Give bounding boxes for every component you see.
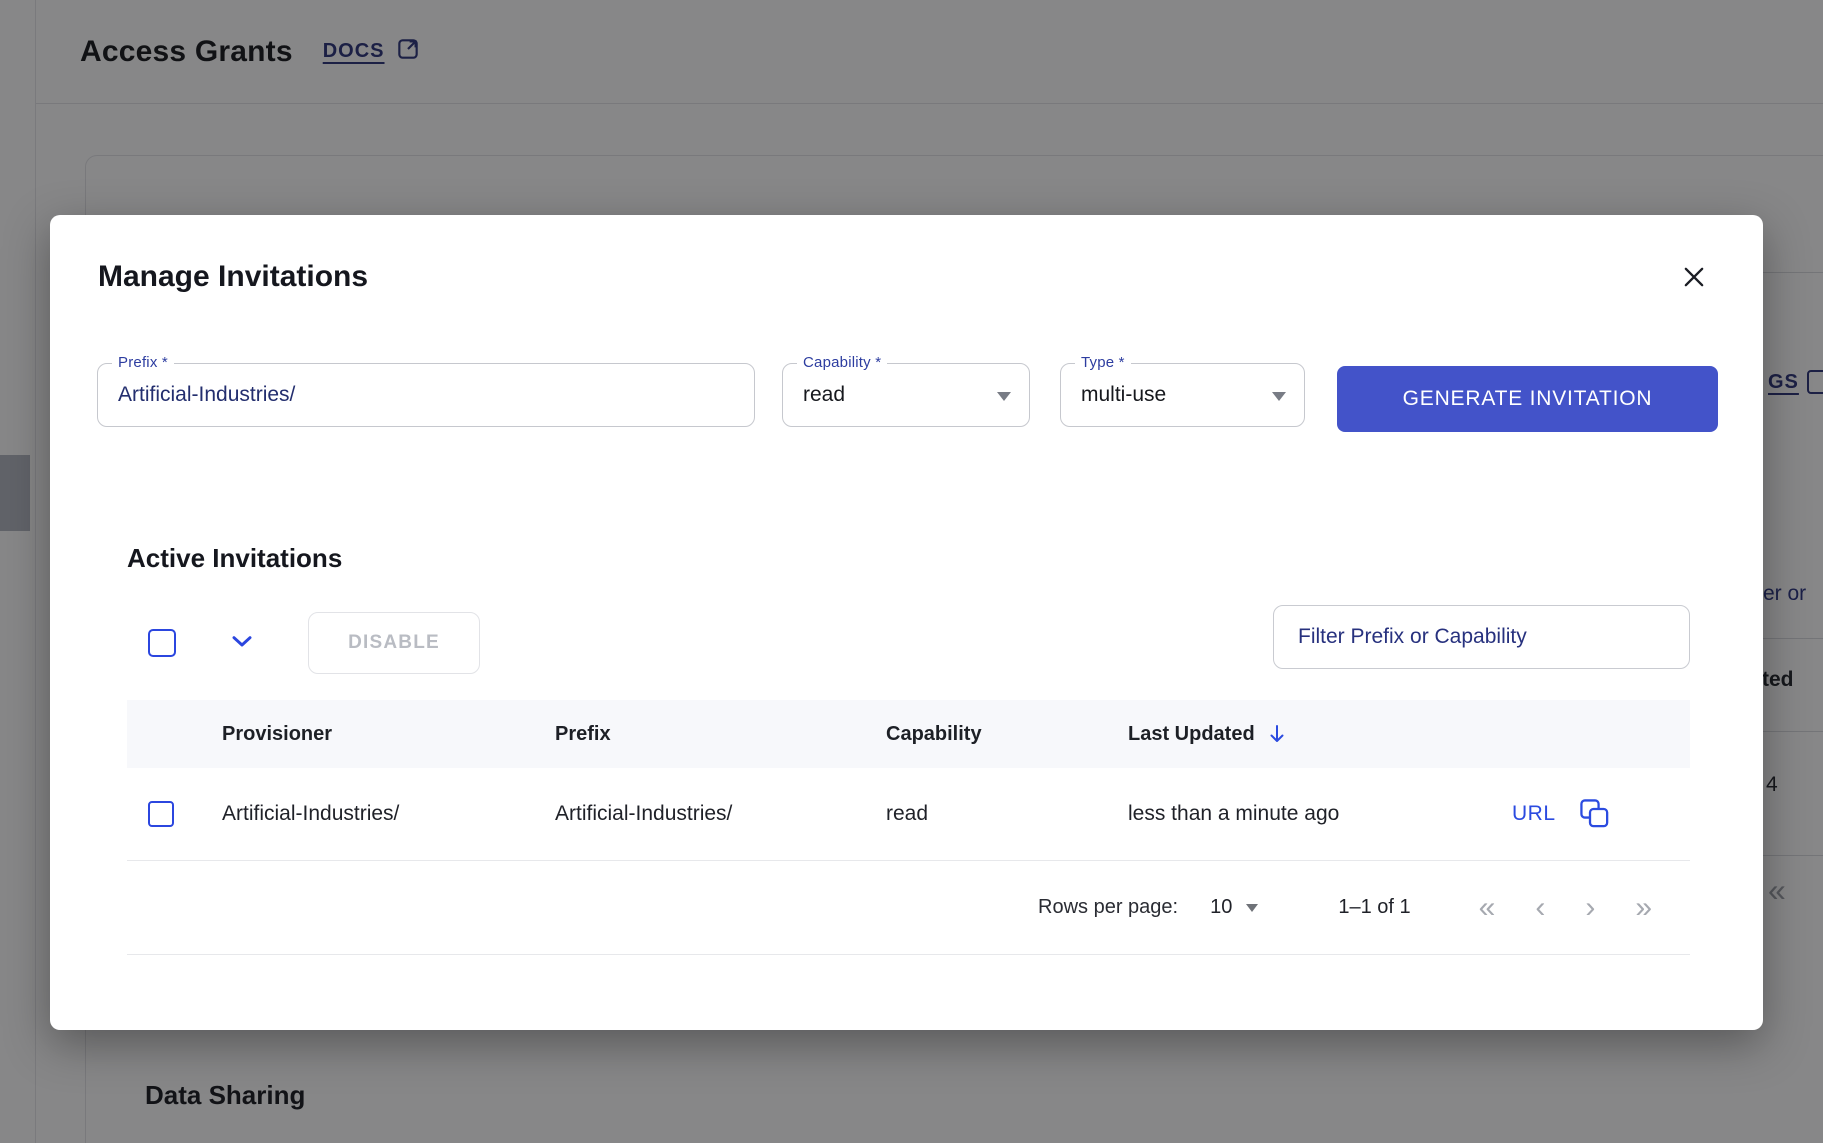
cell-capability: read xyxy=(886,802,1128,826)
type-label: Type * xyxy=(1075,354,1131,371)
close-icon xyxy=(1680,263,1708,294)
dropdown-arrow-icon xyxy=(997,392,1011,401)
table-row: Artificial-Industries/ Artificial-Indust… xyxy=(127,768,1690,861)
copy-url-button[interactable] xyxy=(1578,797,1610,832)
capability-label: Capability * xyxy=(797,354,887,371)
last-page-button[interactable]: » xyxy=(1615,893,1672,923)
last-updated-label: Last Updated xyxy=(1128,723,1255,746)
close-button[interactable] xyxy=(1677,261,1711,295)
table-header-row: Provisioner Prefix Capability Last Updat… xyxy=(127,700,1690,768)
cell-last-updated: less than a minute ago xyxy=(1128,802,1512,826)
select-menu-button[interactable] xyxy=(226,625,258,662)
next-page-button[interactable]: › xyxy=(1565,893,1615,923)
rows-per-page-select[interactable]: 10 xyxy=(1210,896,1258,919)
type-value: multi-use xyxy=(1081,383,1166,407)
generate-invitation-button[interactable]: GENERATE INVITATION xyxy=(1337,366,1718,432)
chevron-down-icon xyxy=(226,625,258,662)
copy-icon xyxy=(1578,797,1610,832)
active-invitations-heading: Active Invitations xyxy=(127,543,342,574)
invitation-form: Prefix * Capability * read Type * multi-… xyxy=(97,363,1718,432)
prefix-label: Prefix * xyxy=(112,354,174,371)
disable-button[interactable]: DISABLE xyxy=(308,612,480,674)
filter-input[interactable] xyxy=(1273,605,1690,669)
rows-per-page-label: Rows per page: xyxy=(1038,896,1178,919)
dropdown-arrow-icon xyxy=(1246,904,1258,912)
capability-value: read xyxy=(803,383,845,407)
first-page-button[interactable]: « xyxy=(1459,893,1516,923)
prefix-input[interactable] xyxy=(98,364,754,426)
prefix-field: Prefix * xyxy=(97,363,755,427)
cell-prefix: Artificial-Industries/ xyxy=(555,802,886,826)
invitations-toolbar: DISABLE xyxy=(148,611,480,675)
rows-per-page-value: 10 xyxy=(1210,896,1232,919)
capability-select[interactable]: Capability * read xyxy=(782,363,1030,427)
pagination-nav: « ‹ › » xyxy=(1459,893,1672,923)
pagination-range: 1–1 of 1 xyxy=(1338,896,1410,919)
type-select[interactable]: Type * multi-use xyxy=(1060,363,1305,427)
invitations-table: Provisioner Prefix Capability Last Updat… xyxy=(127,700,1690,861)
row-checkbox-cell xyxy=(127,801,222,827)
select-all-checkbox[interactable] xyxy=(148,629,176,657)
sort-descending-icon xyxy=(1265,722,1289,746)
previous-page-button[interactable]: ‹ xyxy=(1515,893,1565,923)
row-checkbox[interactable] xyxy=(148,801,174,827)
cell-provisioner: Artificial-Industries/ xyxy=(222,802,555,826)
modal-title: Manage Invitations xyxy=(98,260,368,294)
column-header-last-updated[interactable]: Last Updated xyxy=(1128,722,1512,746)
cell-actions: URL xyxy=(1512,797,1690,832)
manage-invitations-modal: Manage Invitations Prefix * Capability *… xyxy=(50,215,1763,1030)
column-header-provisioner: Provisioner xyxy=(222,723,555,746)
screen: Access Grants DOCS GS er or ted 4 « xyxy=(0,0,1823,1143)
dropdown-arrow-icon xyxy=(1272,392,1286,401)
column-header-capability: Capability xyxy=(886,723,1128,746)
url-link[interactable]: URL xyxy=(1512,802,1556,826)
column-header-prefix: Prefix xyxy=(555,723,886,746)
table-pagination: Rows per page: 10 1–1 of 1 « ‹ › » xyxy=(127,861,1690,955)
